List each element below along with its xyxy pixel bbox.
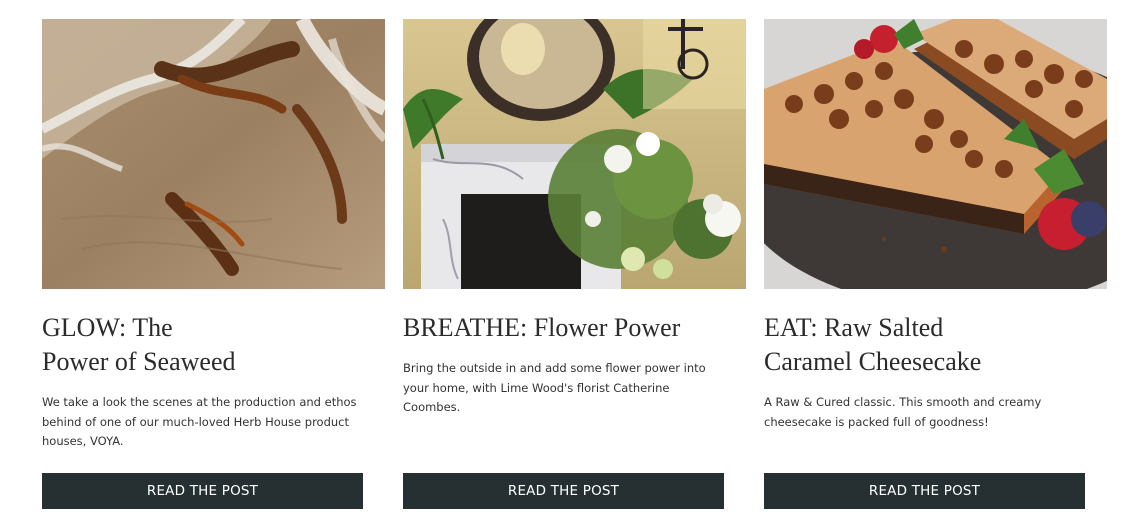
post-image-cheesecake[interactable] xyxy=(764,19,1107,289)
post-excerpt-line: your home, with Lime Wood's florist Cath… xyxy=(403,380,670,395)
post-image-seaweed[interactable] xyxy=(42,19,385,289)
read-the-post-button[interactable]: READ THE POST xyxy=(403,473,724,509)
post-excerpt: A Raw & Cured classic. This smooth and c… xyxy=(764,393,1074,432)
post-excerpt-line: Bring the outside in and add some flower… xyxy=(403,361,706,375)
post-image-flowers[interactable] xyxy=(403,19,746,289)
post-card-glow: GLOW: The Power of Seaweed We take a loo… xyxy=(42,19,385,509)
post-excerpt-line: A Raw & Cured classic. This smooth and c… xyxy=(764,395,1042,409)
post-title-line: Caramel Cheesecake xyxy=(764,347,982,376)
post-title-line: GLOW: The xyxy=(42,313,173,342)
read-the-post-button[interactable]: READ THE POST xyxy=(42,473,363,509)
post-title[interactable]: GLOW: The Power of Seaweed xyxy=(42,311,385,379)
post-title-line: Power of Seaweed xyxy=(42,347,236,376)
post-excerpt-line: We take a look the scenes at the product… xyxy=(42,395,357,409)
post-title[interactable]: BREATHE: Flower Power xyxy=(403,311,746,345)
post-card-breathe: BREATHE: Flower Power Bring the outside … xyxy=(403,19,746,509)
read-the-post-button[interactable]: READ THE POST xyxy=(764,473,1085,509)
post-title-line: BREATHE: Flower Power xyxy=(403,313,681,342)
post-excerpt-line: Coombes. xyxy=(403,400,461,414)
post-title-line: EAT: Raw Salted xyxy=(764,313,944,342)
post-card-eat: EAT: Raw Salted Caramel Cheesecake A Raw… xyxy=(764,19,1107,509)
post-title[interactable]: EAT: Raw Salted Caramel Cheesecake xyxy=(764,311,1107,379)
post-excerpt: We take a look the scenes at the product… xyxy=(42,393,357,452)
post-excerpt-line: houses, VOYA. xyxy=(42,434,124,448)
post-excerpt-line: behind of one of our much-loved Herb Hou… xyxy=(42,414,349,429)
post-excerpt: Bring the outside in and add some flower… xyxy=(403,359,713,418)
post-excerpt-line: cheesecake is packed full of goodness! xyxy=(764,414,989,429)
blog-post-grid: GLOW: The Power of Seaweed We take a loo… xyxy=(0,0,1135,532)
